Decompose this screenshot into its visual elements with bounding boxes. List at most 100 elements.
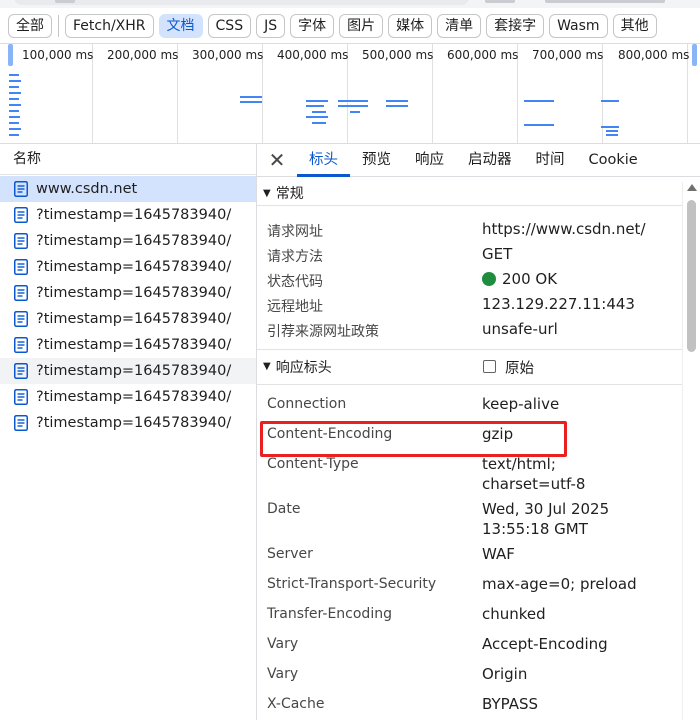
timeline-left-handle[interactable]: [8, 44, 13, 66]
tick-label-800k: 800,000 ms: [618, 48, 690, 62]
request-row[interactable]: ?timestamp=1645783940/: [0, 254, 256, 280]
tab-cookies[interactable]: Cookie: [577, 144, 650, 176]
name-column-header[interactable]: 名称: [0, 144, 256, 175]
filter-fetch-xhr[interactable]: Fetch/XHR: [65, 13, 154, 38]
raw-checkbox[interactable]: [483, 360, 496, 373]
scroll-up-arrow-icon[interactable]: [687, 184, 697, 191]
request-row[interactable]: www.csdn.net: [0, 176, 256, 202]
request-name: ?timestamp=1645783940/: [36, 207, 232, 223]
waterfall-bar: [9, 92, 21, 94]
waterfall-bar: [601, 100, 619, 102]
status-code-value[interactable]: 200 OK: [482, 269, 557, 289]
header-key-vary: Vary: [267, 666, 299, 682]
filter-css[interactable]: CSS: [207, 13, 252, 38]
document-icon: [14, 285, 28, 301]
waterfall-bar: [606, 130, 618, 132]
response-headers-title: 响应标头: [275, 359, 332, 376]
header-value-content-type[interactable]: text/html;: [482, 454, 556, 474]
request-name: ?timestamp=1645783940/: [36, 285, 232, 301]
request-row[interactable]: ?timestamp=1645783940/: [0, 410, 256, 436]
request-row[interactable]: ?timestamp=1645783940/: [0, 202, 256, 228]
general-section-header[interactable]: ▼ 常规: [257, 181, 682, 206]
filter-socket[interactable]: 套接字: [486, 13, 545, 38]
header-value-vary[interactable]: Origin: [482, 664, 527, 684]
tab-preview[interactable]: 预览: [350, 144, 403, 176]
cutoff-glyph: [55, 0, 75, 3]
request-method-key: 请求方法: [267, 249, 323, 265]
waterfall-bar: [606, 134, 618, 136]
request-details-panel: ✕ 标头 预览 响应 启动器 时间 Cookie ▼ 常规 请求网址 https…: [257, 144, 700, 720]
header-value-content-type-cont[interactable]: charset=utf-8: [482, 474, 585, 494]
close-icon[interactable]: ✕: [257, 144, 297, 176]
header-value-transfer-encoding[interactable]: chunked: [482, 604, 546, 624]
filter-wasm[interactable]: Wasm: [549, 13, 608, 38]
tick-label-200k: 200,000 ms: [107, 48, 179, 62]
section-divider: [257, 349, 682, 350]
request-url-value[interactable]: https://www.csdn.net/: [482, 219, 646, 239]
waterfall-bar: [9, 86, 19, 88]
header-value-date[interactable]: Wed, 30 Jul 2025: [482, 499, 609, 519]
waterfall-bar: [306, 105, 324, 107]
remote-address-value[interactable]: 123.129.227.11:443: [482, 294, 635, 314]
header-key-transfer-encoding: Transfer-Encoding: [267, 606, 392, 622]
header-value-connection[interactable]: keep-alive: [482, 394, 559, 414]
filter-media[interactable]: 媒体: [388, 13, 433, 38]
response-headers-section-header[interactable]: ▼ 响应标头: [257, 354, 682, 379]
request-row[interactable]: ?timestamp=1645783940/: [0, 384, 256, 410]
header-value-x-cache[interactable]: BYPASS: [482, 694, 538, 714]
tab-timing[interactable]: 时间: [524, 144, 577, 176]
tick-label-100k: 100,000 ms: [22, 48, 94, 62]
referrer-policy-value[interactable]: unsafe-url: [482, 319, 558, 339]
waterfall-bar: [312, 111, 326, 113]
filter-all[interactable]: 全部: [8, 13, 52, 38]
tab-initiator[interactable]: 启动器: [456, 144, 524, 176]
timeline-right-handle[interactable]: [692, 44, 697, 66]
document-icon: [14, 415, 28, 431]
network-overview-timeline[interactable]: 100,000 ms 200,000 ms 300,000 ms 400,000…: [0, 44, 700, 144]
waterfall-bar: [306, 116, 328, 118]
request-list-panel: 名称 www.csdn.net ?timestamp=1645783940/ ?…: [0, 144, 257, 720]
status-code-key: 状态代码: [267, 274, 323, 290]
header-key-server: Server: [267, 546, 313, 562]
waterfall-bar: [9, 128, 21, 130]
waterfall-bar: [338, 100, 368, 102]
document-icon: [14, 233, 28, 249]
tick-label-300k: 300,000 ms: [192, 48, 264, 62]
document-icon: [14, 207, 28, 223]
document-icon: [14, 389, 28, 405]
details-scrollbar[interactable]: [682, 182, 700, 720]
request-name: ?timestamp=1645783940/: [36, 337, 232, 353]
scrollbar-thumb[interactable]: [687, 200, 696, 352]
request-row[interactable]: ?timestamp=1645783940/: [0, 228, 256, 254]
waterfall-bar: [524, 124, 554, 126]
header-value-vary[interactable]: Accept-Encoding: [482, 634, 608, 654]
header-key-connection: Connection: [267, 396, 347, 412]
filter-doc[interactable]: 文档: [158, 13, 203, 38]
request-name: ?timestamp=1645783940/: [36, 363, 232, 379]
waterfall-bar: [601, 126, 619, 128]
request-row[interactable]: ?timestamp=1645783940/: [0, 280, 256, 306]
waterfall-bar: [338, 105, 368, 107]
request-method-value[interactable]: GET: [482, 244, 512, 264]
filter-other[interactable]: 其他: [612, 13, 657, 38]
raw-label: 原始: [505, 361, 534, 377]
request-row[interactable]: ?timestamp=1645783940/: [0, 358, 256, 384]
header-value-server[interactable]: WAF: [482, 544, 515, 564]
waterfall-bar: [240, 96, 262, 98]
header-value-date-cont[interactable]: 13:55:18 GMT: [482, 519, 588, 539]
request-row[interactable]: ?timestamp=1645783940/: [0, 306, 256, 332]
expand-triangle-icon: ▼: [263, 361, 271, 372]
filter-manifest[interactable]: 清单: [437, 13, 482, 38]
filter-font[interactable]: 字体: [290, 13, 335, 38]
filter-img[interactable]: 图片: [339, 13, 384, 38]
filter-js[interactable]: JS: [256, 13, 286, 38]
cutoff-glyph: [545, 0, 665, 3]
tab-headers[interactable]: 标头: [297, 144, 350, 177]
tab-response[interactable]: 响应: [403, 144, 456, 176]
request-row[interactable]: ?timestamp=1645783940/: [0, 332, 256, 358]
waterfall-bar: [386, 105, 408, 107]
status-code-text: 200 OK: [502, 270, 558, 288]
header-value-hsts[interactable]: max-age=0; preload: [482, 574, 637, 594]
tick-label-400k: 400,000 ms: [277, 48, 349, 62]
waterfall-bar: [9, 110, 19, 112]
